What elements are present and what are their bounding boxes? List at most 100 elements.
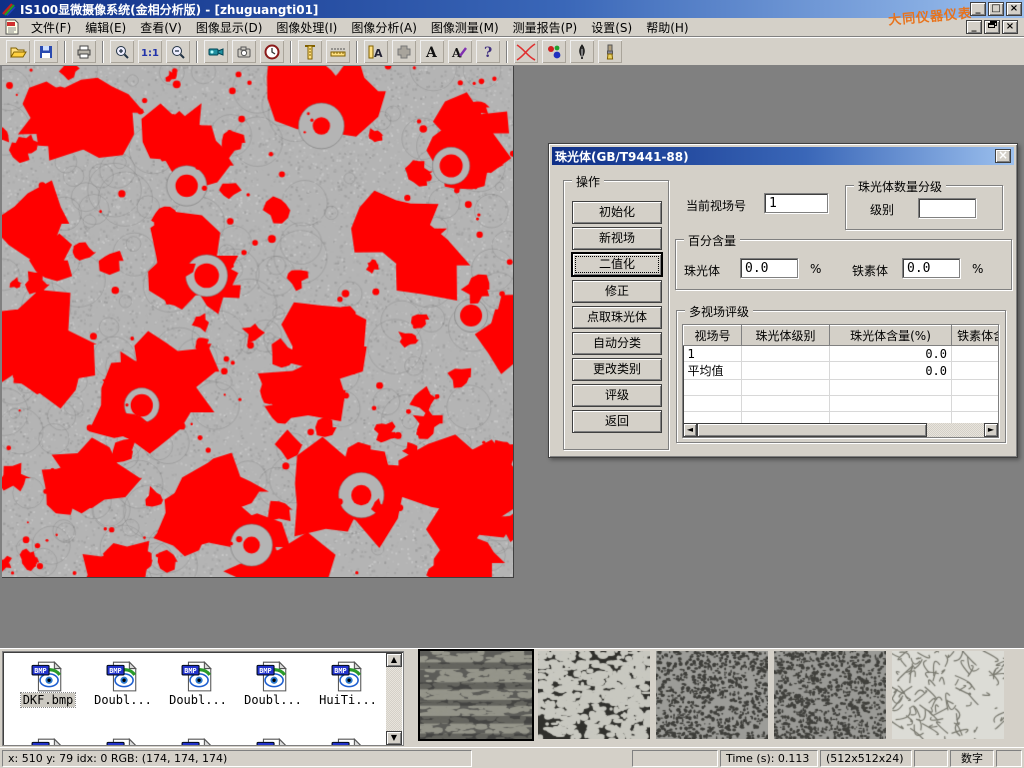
zoom-out-button[interactable] xyxy=(165,39,191,64)
mode-status: 数字 xyxy=(950,750,994,767)
file-item[interactable]: DKF.bmp xyxy=(11,659,85,707)
file-item[interactable]: Doubl... xyxy=(161,659,235,707)
file-item[interactable]: Doubl... xyxy=(236,659,310,707)
help-button[interactable]: ? xyxy=(475,39,501,64)
minimize-button[interactable]: _ xyxy=(970,2,986,16)
camera-icon xyxy=(235,43,253,61)
menu-image-display[interactable]: 图像显示(D) xyxy=(189,17,270,38)
grade-button[interactable]: 评级 xyxy=(572,384,662,407)
thumbnail-3[interactable] xyxy=(656,651,768,739)
initialize-button[interactable]: 初始化 xyxy=(572,201,662,224)
pearlite-percent-input[interactable] xyxy=(740,258,798,278)
file-name[interactable]: Doubl... xyxy=(242,693,304,707)
return-button[interactable]: 返回 xyxy=(572,410,662,433)
binarize-button[interactable]: 二值化 xyxy=(572,253,662,276)
new-field-button[interactable]: 新视场 xyxy=(572,227,662,250)
maximize-button[interactable]: □ xyxy=(988,2,1004,16)
table-row[interactable] xyxy=(684,380,1000,396)
menu-measure-report[interactable]: 测量报告(P) xyxy=(506,17,585,38)
brush-button[interactable] xyxy=(597,39,623,64)
dialog-title-bar[interactable]: 珠光体(GB/T9441-88) × xyxy=(552,147,1014,165)
scroll-down-arrow[interactable]: ▼ xyxy=(386,731,402,745)
open-button[interactable] xyxy=(5,39,31,64)
thumbnail-4[interactable] xyxy=(774,651,886,739)
change-class-button[interactable]: 更改类别 xyxy=(572,358,662,381)
zoom-in-button[interactable] xyxy=(109,39,135,64)
menu-view[interactable]: 查看(V) xyxy=(133,17,189,38)
percent-group-label: 百分含量 xyxy=(684,232,740,249)
file-name[interactable]: HuiTi... xyxy=(317,693,379,707)
table-row[interactable] xyxy=(684,396,1000,412)
annotate-button[interactable]: A xyxy=(447,39,473,64)
table-horizontal-scrollbar[interactable]: ◄ ► xyxy=(683,423,998,437)
level-input[interactable] xyxy=(918,198,976,218)
current-field-input[interactable] xyxy=(764,193,828,213)
menu-file[interactable]: 文件(F) xyxy=(24,17,78,38)
menu-image-measure[interactable]: 图像测量(M) xyxy=(424,17,506,38)
file-item[interactable]: Doubl... xyxy=(86,659,160,707)
pick-pearlite-button[interactable]: 点取珠光体 xyxy=(572,306,662,329)
current-field-label: 当前视场号 xyxy=(686,197,746,214)
curve-tool-button[interactable] xyxy=(513,39,539,64)
grade-group-label: 珠光体数量分级 xyxy=(854,178,946,195)
pen-button[interactable] xyxy=(569,39,595,64)
caliper-button[interactable] xyxy=(297,39,323,64)
correct-button[interactable]: 修正 xyxy=(572,280,662,303)
file-item[interactable] xyxy=(311,736,385,746)
text-label-button[interactable]: A xyxy=(419,39,445,64)
file-browser: DKF.bmp Doubl... Doubl... Doubl... HuiTi… xyxy=(2,651,404,746)
snapshot-button[interactable] xyxy=(231,39,257,64)
multi-field-table[interactable]: 视场号 珠光体级别 珠光体含量(%) 铁素体含量(%) 1 0.0 平均值 0.… xyxy=(682,324,999,438)
col-pearlite-grade: 珠光体级别 xyxy=(742,326,830,346)
file-item[interactable]: HuiTi... xyxy=(311,659,385,707)
col-pearlite-pct: 珠光体含量(%) xyxy=(830,326,952,346)
print-button[interactable] xyxy=(71,39,97,64)
auto-classify-button[interactable]: 自动分类 xyxy=(572,332,662,355)
ruler-button[interactable] xyxy=(325,39,351,64)
menu-edit[interactable]: 编辑(E) xyxy=(78,17,133,38)
save-button[interactable] xyxy=(33,39,59,64)
thumbnail-2[interactable] xyxy=(538,651,650,739)
table-row[interactable]: 1 0.0 xyxy=(684,346,1000,362)
zoom-in-icon xyxy=(113,43,131,61)
file-item[interactable] xyxy=(236,736,310,746)
file-name[interactable]: Doubl... xyxy=(92,693,154,707)
grade-group: 珠光体数量分级 级别 xyxy=(845,185,1003,230)
menu-settings[interactable]: 设置(S) xyxy=(584,17,639,38)
file-vertical-scrollbar[interactable]: ▲ ▼ xyxy=(386,653,402,745)
scroll-track[interactable] xyxy=(927,423,984,437)
actual-size-button[interactable]: 1:1 xyxy=(137,39,163,64)
menu-help[interactable]: 帮助(H) xyxy=(639,17,695,38)
video-capture-button[interactable] xyxy=(203,39,229,64)
menu-image-process[interactable]: 图像处理(I) xyxy=(269,17,344,38)
measure-text-button[interactable]: A xyxy=(363,39,389,64)
mdi-close-button[interactable]: × xyxy=(1002,20,1018,34)
file-name[interactable]: DKF.bmp xyxy=(21,693,76,707)
scroll-up-arrow[interactable]: ▲ xyxy=(386,653,402,667)
dialog-title: 珠光体(GB/T9441-88) xyxy=(555,148,689,165)
clock-icon xyxy=(263,43,281,61)
phase-dots-button[interactable] xyxy=(541,39,567,64)
timer-button[interactable] xyxy=(259,39,285,64)
dialog-close-button[interactable]: × xyxy=(995,149,1011,163)
scroll-left-arrow[interactable]: ◄ xyxy=(683,423,697,437)
multi-field-group-label: 多视场评级 xyxy=(685,303,753,320)
micrograph-image[interactable] xyxy=(2,66,514,578)
thumbnail-1[interactable] xyxy=(420,651,532,739)
mdi-restore-button[interactable] xyxy=(984,20,1000,34)
thumbnail-5[interactable] xyxy=(892,651,1004,739)
toolbar-separator xyxy=(196,41,198,63)
table-row[interactable]: 平均值 0.0 xyxy=(684,362,1000,380)
scroll-thumb[interactable] xyxy=(697,423,927,437)
file-item[interactable] xyxy=(86,736,160,746)
file-item[interactable] xyxy=(11,736,85,746)
ferrite-percent-input[interactable] xyxy=(902,258,960,278)
operations-group-label: 操作 xyxy=(572,173,604,190)
file-name[interactable]: Doubl... xyxy=(167,693,229,707)
scroll-right-arrow[interactable]: ► xyxy=(984,423,998,437)
menu-image-analysis[interactable]: 图像分析(A) xyxy=(344,17,424,38)
mdi-minimize-button[interactable]: _ xyxy=(966,20,982,34)
file-item[interactable] xyxy=(161,736,235,746)
close-button[interactable]: × xyxy=(1006,2,1022,16)
grid-cross-button[interactable] xyxy=(391,39,417,64)
